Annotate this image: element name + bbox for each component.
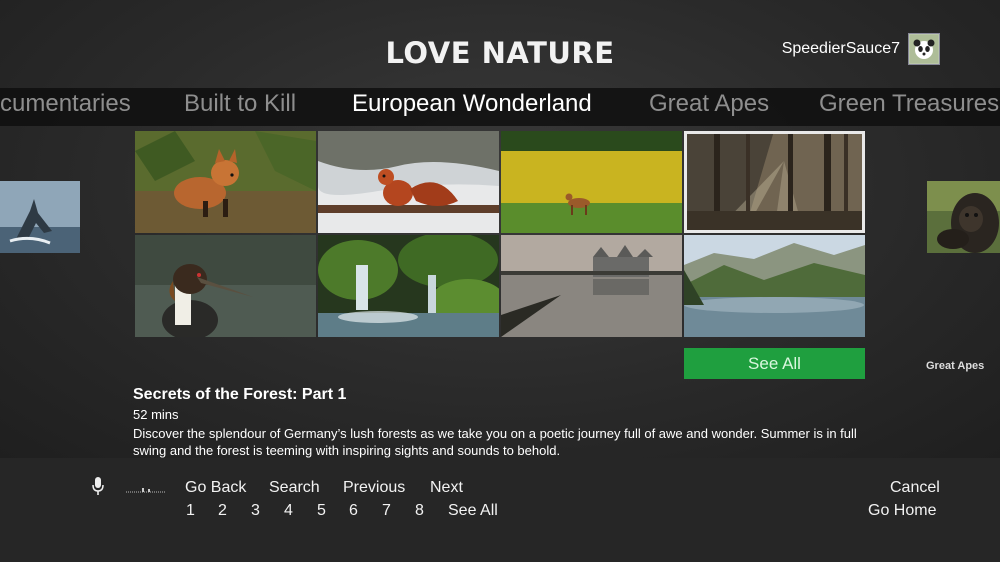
user-profile[interactable]: SpeedierSauce7 bbox=[782, 33, 940, 65]
voice-command-bar bbox=[0, 458, 1000, 562]
voice-cmd-number-6[interactable]: 6 bbox=[349, 502, 358, 520]
episode-tile-1[interactable] bbox=[135, 131, 316, 233]
see-all-button[interactable]: See All bbox=[684, 348, 865, 379]
voice-cmd-number-8[interactable]: 8 bbox=[415, 502, 424, 520]
audio-level-icon bbox=[126, 488, 166, 493]
voice-cmd-number-4[interactable]: 4 bbox=[284, 502, 293, 520]
voice-cmd-see-all[interactable]: See All bbox=[448, 502, 498, 520]
voice-cmd-search[interactable]: Search bbox=[269, 479, 320, 497]
microphone-icon bbox=[92, 477, 104, 499]
tab-great-apes[interactable]: Great Apes bbox=[649, 90, 769, 118]
voice-cmd-number-1[interactable]: 1 bbox=[186, 502, 195, 520]
episode-tile-7[interactable] bbox=[501, 235, 682, 337]
voice-cmd-next[interactable]: Next bbox=[430, 479, 463, 497]
voice-cmd-cancel[interactable]: Cancel bbox=[890, 479, 940, 497]
category-tab-bar: cumentaries Built to Kill European Wonde… bbox=[0, 88, 1000, 126]
voice-cmd-go-home[interactable]: Go Home bbox=[868, 502, 936, 520]
episode-tile-2[interactable] bbox=[318, 131, 499, 233]
episode-tile-6[interactable] bbox=[318, 235, 499, 337]
panda-avatar-icon bbox=[910, 35, 938, 63]
voice-cmd-number-2[interactable]: 2 bbox=[218, 502, 227, 520]
voice-cmd-number-5[interactable]: 5 bbox=[317, 502, 326, 520]
voice-cmd-previous[interactable]: Previous bbox=[343, 479, 405, 497]
episode-tile-3[interactable] bbox=[501, 131, 682, 233]
username: SpeedierSauce7 bbox=[781, 40, 900, 57]
audio-level-indicator bbox=[126, 484, 166, 496]
episode-detail: Secrets of the Forest: Part 1 52 mins Di… bbox=[133, 386, 873, 458]
next-category-thumbnail[interactable] bbox=[927, 181, 1000, 253]
episode-title: Secrets of the Forest: Part 1 bbox=[133, 386, 347, 403]
tab-european-wonderland[interactable]: European Wonderland bbox=[352, 90, 592, 118]
prev-category-thumbnail[interactable] bbox=[0, 181, 80, 253]
episode-tile-4[interactable] bbox=[684, 131, 865, 233]
episode-description: Discover the splendour of Germany’s lush… bbox=[133, 426, 857, 458]
tab-built-to-kill[interactable]: Built to Kill bbox=[184, 90, 296, 118]
episode-tile-8[interactable] bbox=[684, 235, 865, 337]
next-category-label: Great Apes bbox=[926, 360, 985, 372]
episode-tile-5[interactable] bbox=[135, 235, 316, 337]
voice-cmd-number-3[interactable]: 3 bbox=[251, 502, 260, 520]
avatar bbox=[908, 33, 940, 65]
voice-cmd-number-7[interactable]: 7 bbox=[382, 502, 391, 520]
tab-green-treasures[interactable]: Green Treasures bbox=[819, 90, 999, 118]
episode-duration: 52 mins bbox=[133, 407, 179, 422]
tab-documentaries[interactable]: cumentaries bbox=[0, 90, 131, 118]
voice-cmd-go-back[interactable]: Go Back bbox=[185, 479, 246, 497]
